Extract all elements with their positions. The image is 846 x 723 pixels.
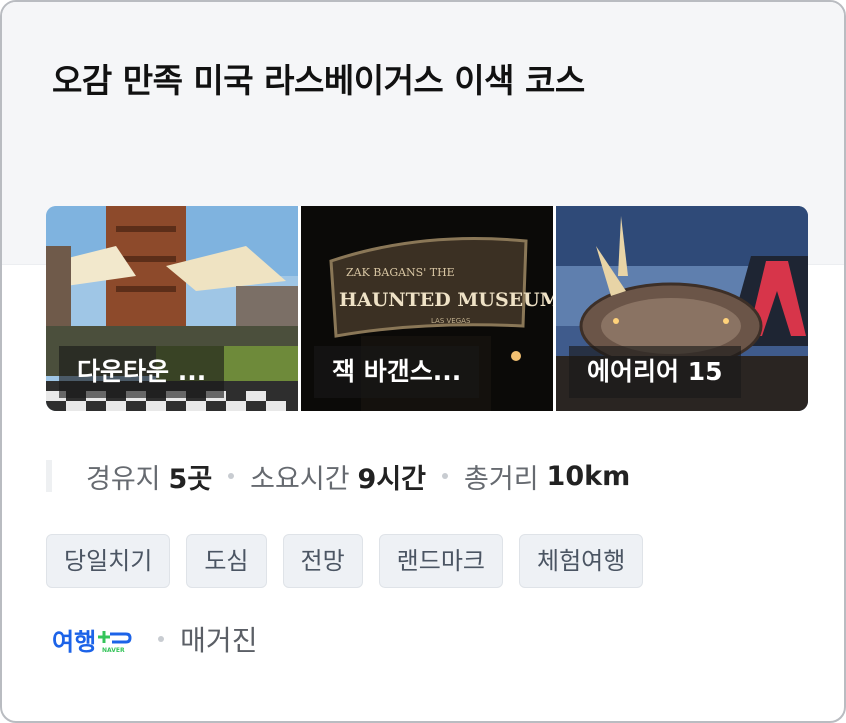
separator-dot	[228, 473, 235, 479]
tag-chip[interactable]: 도심	[186, 534, 267, 588]
distance-value: 10km	[546, 460, 631, 492]
separator-dot	[158, 636, 165, 642]
time-label: 소요시간	[250, 463, 350, 495]
separator-dot	[442, 473, 449, 479]
tag-chip[interactable]: 체험여행	[519, 534, 644, 588]
travel-logo[interactable]: 여행 NAVER	[52, 622, 132, 657]
logo-text: 여행	[52, 627, 97, 656]
tag-chip[interactable]: 당일치기	[46, 534, 171, 588]
tag-chip[interactable]: 전망	[282, 534, 363, 588]
tag-list: 당일치기 도심 전망 랜드마크 체험여행	[46, 534, 644, 588]
course-stats: 경유지 5곳 소요시간 9시간 총거리 10km	[46, 454, 630, 498]
thumbnail-label: 잭 바갠스...	[314, 346, 480, 398]
thumbnail-area15[interactable]: 에어리어 15	[556, 206, 808, 411]
course-title[interactable]: 오감 만족 미국 라스베이거스 이색 코스	[52, 54, 585, 102]
svg-text:HAUNTED MUSEUM: HAUNTED MUSEUM	[339, 289, 553, 311]
stats-divider	[46, 460, 52, 492]
course-card[interactable]: 오감 만족 미국 라스베이거스 이색 코스 다운타운 ... ZAK BAGAN…	[0, 0, 846, 723]
thumbnail-haunted-museum[interactable]: ZAK BAGANS' THE HAUNTED MUSEUM LAS VEGAS…	[301, 206, 553, 411]
svg-text:LAS VEGAS: LAS VEGAS	[431, 317, 471, 325]
tag-chip[interactable]: 랜드마크	[378, 534, 503, 588]
stops-value: 5곳	[168, 463, 213, 495]
distance-label: 총거리	[464, 463, 539, 495]
stops-label: 경유지	[86, 463, 161, 495]
plus-badge-icon: NAVER	[98, 631, 132, 654]
thumbnail-downtown[interactable]: 다운타운 ...	[46, 206, 298, 411]
source-row: 여행 NAVER 매거진	[52, 614, 257, 664]
time-value: 9시간	[357, 463, 427, 495]
thumbnail-label: 다운타운 ...	[59, 346, 225, 398]
source-name[interactable]: 매거진	[180, 619, 257, 659]
thumbnail-strip: 다운타운 ... ZAK BAGANS' THE HAUNTED MUSEUM …	[46, 206, 808, 411]
svg-text:ZAK BAGANS' THE: ZAK BAGANS' THE	[346, 266, 455, 279]
svg-text:NAVER: NAVER	[102, 647, 125, 654]
thumbnail-label: 에어리어 15	[569, 346, 741, 398]
